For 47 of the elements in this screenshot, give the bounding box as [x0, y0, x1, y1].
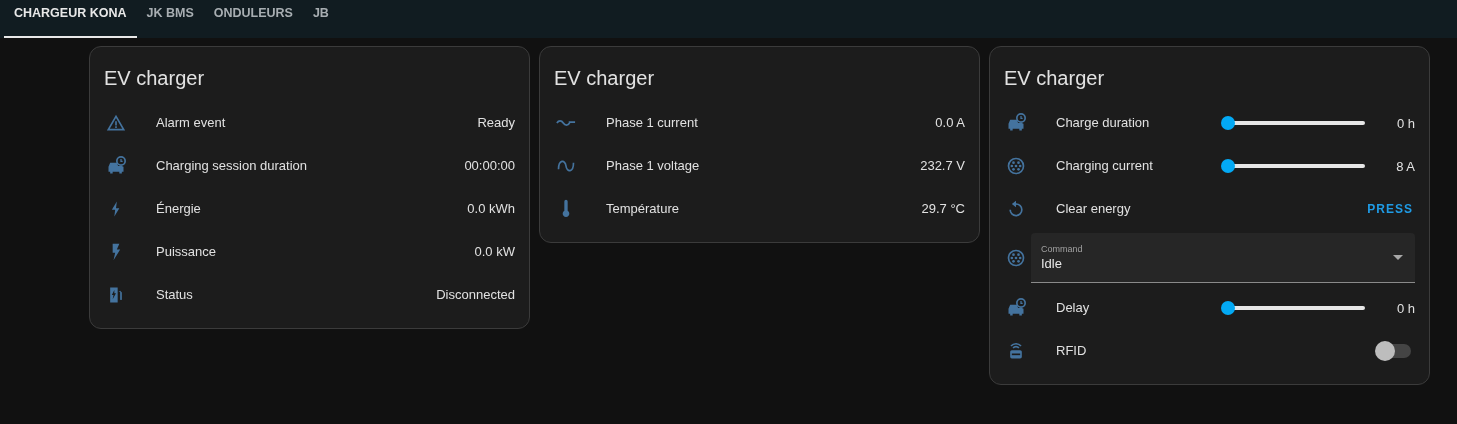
entity-value: Disconnected — [436, 287, 515, 302]
entity-label: Température — [606, 201, 680, 216]
entity-label: Alarm event — [156, 115, 227, 130]
car-clock-icon — [1006, 112, 1026, 133]
entity-label: Phase 1 voltage — [606, 158, 701, 173]
entity-label: Charge duration — [1056, 115, 1151, 130]
entity-label: Charging current — [1056, 158, 1154, 173]
entity-value: 0.0 A — [935, 115, 965, 130]
entity-label: Énergie — [156, 201, 202, 216]
sine-wave-icon — [556, 118, 576, 127]
press-button[interactable]: PRESS — [1365, 197, 1415, 220]
tab[interactable]: JK BMS — [136, 0, 204, 38]
ev-plug-icon — [1006, 248, 1026, 268]
tab[interactable]: CHARGEUR KONA — [4, 0, 137, 38]
car-clock-icon — [106, 155, 126, 176]
entity-label: Phase 1 current — [606, 115, 699, 130]
tab[interactable]: JB — [302, 0, 339, 38]
ev-plug-icon — [1006, 155, 1026, 176]
restart-icon — [1006, 198, 1026, 219]
select-value: Idle — [1041, 256, 1063, 271]
entity-value: Ready — [477, 115, 515, 130]
car-clock-icon — [1006, 297, 1026, 318]
entity-value: 0 h — [1396, 115, 1415, 131]
slider-thumb[interactable] — [1221, 300, 1235, 315]
entity-label: RFID — [1056, 343, 1088, 358]
entity-value: 0.0 kW — [474, 244, 515, 259]
slider-thumb[interactable] — [1221, 115, 1235, 130]
card-title: EV charger — [104, 66, 206, 91]
dropdown-arrow-icon — [1393, 255, 1403, 260]
card-title: EV charger — [1004, 66, 1106, 91]
card-title: EV charger — [554, 66, 656, 91]
entity-label: Status — [156, 287, 194, 302]
select-label: Command — [1041, 244, 1084, 254]
entity-value: 00:00:00 — [464, 158, 515, 173]
slider-thumb[interactable] — [1221, 158, 1235, 173]
entity-label: Charging session duration — [156, 158, 309, 173]
entity-value: 232.7 V — [920, 158, 965, 173]
tab[interactable]: ONDULEURS — [203, 0, 303, 38]
entity-value: 0.0 kWh — [467, 201, 515, 216]
entity-label: Clear energy — [1056, 201, 1132, 216]
toggle-switch[interactable] — [1377, 343, 1411, 358]
entity-label: Puissance — [156, 244, 217, 259]
command-select[interactable]: Command Idle — [1031, 233, 1415, 283]
entity-value: 29.7 °C — [921, 201, 965, 216]
entity-label: Delay — [1056, 300, 1091, 315]
entity-value: 8 A — [1396, 158, 1415, 174]
entity-value: 0 h — [1396, 300, 1415, 316]
